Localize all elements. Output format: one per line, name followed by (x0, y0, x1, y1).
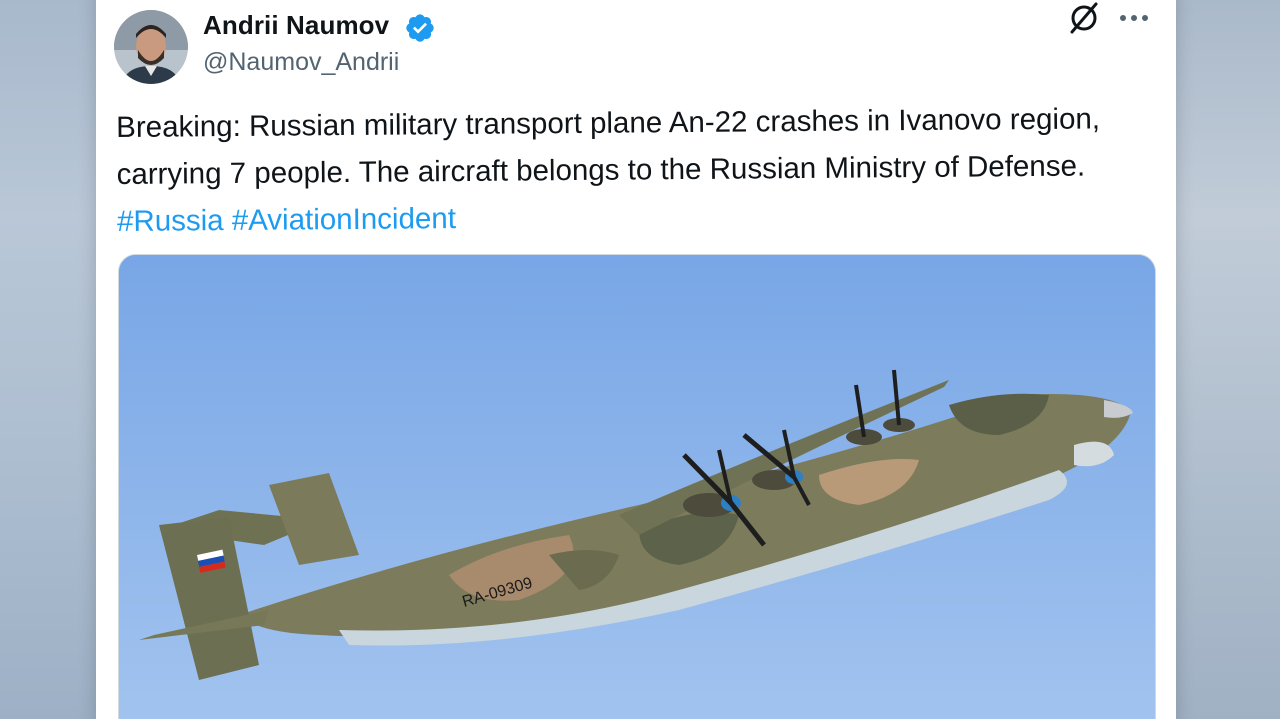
grok-icon[interactable] (1066, 0, 1102, 36)
tweet-body: Breaking: Russian military transport pla… (116, 102, 1101, 191)
author-name[interactable]: Andrii Naumov (203, 10, 389, 41)
background-blur-right (1176, 0, 1280, 719)
author-handle[interactable]: @Naumov_Andrii (203, 48, 399, 77)
avatar[interactable] (114, 10, 188, 84)
tweet-media-image[interactable]: RA-09309 (118, 254, 1156, 719)
tweet-text: Breaking: Russian military transport pla… (116, 95, 1157, 245)
aircraft-photo: RA-09309 (119, 255, 1155, 719)
hashtag-russia[interactable]: #Russia (117, 204, 224, 238)
verified-badge-icon (404, 12, 436, 44)
more-options-icon[interactable] (1118, 10, 1150, 26)
hashtag-aviation-incident[interactable]: #AviationIncident (232, 202, 456, 237)
background-blur-left (0, 0, 100, 719)
